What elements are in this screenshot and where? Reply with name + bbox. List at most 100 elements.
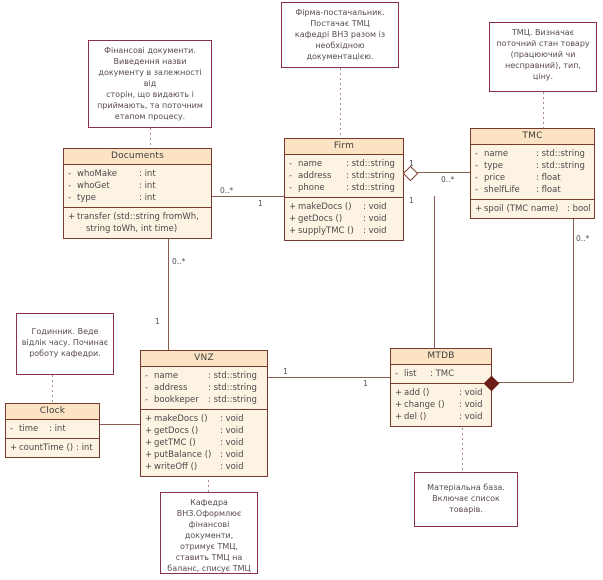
note-line: ставить ТМЦ на	[175, 553, 243, 562]
operation-row: + del () : void	[395, 411, 487, 423]
visibility-marker: +	[145, 426, 153, 436]
attribute-row: - phone: std::string	[289, 182, 399, 194]
attribute-type: : std::string	[536, 149, 585, 159]
attribute-type: : std::string	[208, 383, 257, 393]
attribute-row: - whoGet: int	[68, 180, 207, 192]
class-box-tmc[interactable]: TMC - name: std::string - type: std::strin…	[470, 128, 595, 219]
class-attributes-vnz: - name: std::string - address: std::string…	[141, 367, 267, 410]
multiplicity-firm-mtdb: 1	[409, 196, 414, 205]
note-line: товарів.	[449, 505, 483, 514]
note-line: (працюючий чи	[510, 50, 576, 59]
attribute-type: : std::string	[208, 395, 257, 405]
visibility-marker: +	[289, 226, 297, 236]
note-firm[interactable]: Фірма-постачальник. Постачає ТМЦ кафедрі…	[281, 2, 399, 68]
note-anchor-documents	[150, 128, 151, 148]
class-title-firm: Firm	[285, 139, 403, 155]
connector-documents-vnz	[168, 232, 169, 350]
operation-row: + change (): void	[395, 399, 487, 411]
operation-type: : void	[220, 438, 244, 448]
attribute-name: price	[484, 173, 506, 183]
operation-name: writeOff ()	[154, 462, 198, 472]
class-box-firm[interactable]: Firm - name: std::string - address: std::s…	[284, 138, 404, 241]
operation-row-continued: string toWh, int time)	[68, 223, 207, 235]
visibility-marker: -	[289, 159, 293, 169]
operation-name: countTime ()	[19, 443, 74, 453]
note-documents[interactable]: Фінансові документи. Виведення назви док…	[88, 40, 212, 128]
note-line: Постачає ТМЦ	[310, 19, 370, 28]
multiplicity-vnz-mtdb-left: 1	[283, 367, 288, 376]
attribute-row: - price: float	[475, 172, 590, 184]
operation-name: add ()	[404, 388, 430, 398]
attribute-row: - list: TMC	[395, 368, 487, 380]
class-operations-mtdb: + add () : void + change (): void + del () : …	[391, 384, 491, 426]
class-box-vnz[interactable]: VNZ - name: std::string - address: std::st…	[140, 350, 268, 477]
class-attributes-tmc: - name: std::string - type: std::string -p…	[471, 145, 594, 200]
operation-name: del ()	[404, 412, 427, 422]
visibility-marker: -	[68, 181, 72, 191]
uml-class-diagram-canvas: 0..* 1 1 0..* 1 0..* 0..* 1 1 1 Document…	[0, 0, 603, 580]
note-clock[interactable]: Годинник. Веде відлік часу. Починає робо…	[16, 313, 114, 375]
operation-type: : void	[459, 412, 483, 422]
connector-tmc-mtdb-horizontal	[492, 382, 573, 383]
attribute-row: - type: int	[68, 192, 207, 204]
class-attributes-clock: - time: int	[6, 420, 99, 439]
attribute-type: : float	[536, 185, 561, 195]
operation-type: : bool	[567, 204, 591, 214]
attribute-row: - address: std::string	[289, 170, 399, 182]
connector-firm-tmc	[414, 172, 470, 173]
operation-name: supplyTMC ()	[298, 226, 354, 236]
class-box-clock[interactable]: Clock - time: int + countTime (): int	[5, 403, 100, 458]
note-line: Матеріальна база.	[427, 483, 505, 492]
visibility-marker: +	[289, 214, 297, 224]
attribute-row: - address: std::string	[145, 382, 263, 394]
operation-row: + transfer (std::string fromWh,	[68, 211, 207, 223]
operation-row: + putBalance (): void	[145, 449, 263, 461]
visibility-marker: -	[145, 383, 149, 393]
visibility-marker: +	[68, 212, 76, 222]
connector-firm-mtdb-vertical	[434, 196, 435, 348]
visibility-marker: -	[475, 161, 479, 171]
class-operations-vnz: + makeDocs (): void + getDocs (): void + ge…	[141, 410, 267, 476]
attribute-row: - time: int	[10, 423, 95, 435]
visibility-marker: -	[145, 395, 149, 405]
note-line: Годинник. Веде	[31, 327, 99, 336]
note-line: роботу кафедри.	[29, 349, 101, 358]
visibility-marker: -	[475, 185, 479, 195]
operation-row: + getDocs (): void	[145, 425, 263, 437]
note-line: етапом процесу.	[114, 112, 186, 121]
multiplicity-firm-tmc-right: 0..*	[441, 175, 455, 184]
operation-type: : void	[220, 462, 244, 472]
visibility-marker: +	[395, 412, 403, 422]
note-vnz[interactable]: Кафедра ВНЗ.Оформлює фінансові документи…	[160, 492, 258, 574]
attribute-name: name	[154, 371, 179, 381]
visibility-marker: +	[475, 204, 483, 214]
operation-type: : void	[220, 414, 244, 424]
attribute-name: shelfLife	[484, 185, 520, 195]
visibility-marker: -	[289, 183, 293, 193]
class-box-documents[interactable]: Documents - whoMake: int - whoGet: int - ty…	[63, 148, 212, 239]
note-anchor-tmc	[543, 92, 544, 128]
note-clock-text: Годинник. Веде відлік часу. Починає робо…	[20, 318, 110, 359]
class-box-mtdb[interactable]: MTDB - list: TMC + add (): void + change ()…	[390, 348, 492, 427]
note-tmc-text: ТМЦ. Визначає поточний стан товару (прац…	[493, 27, 593, 82]
attribute-type: : std::string	[346, 183, 395, 193]
visibility-marker: -	[289, 171, 293, 181]
note-mtdb[interactable]: Матеріальна база. Включає список товарів…	[414, 472, 518, 527]
operation-name: getDocs ()	[154, 426, 199, 436]
attribute-name: name	[484, 149, 509, 159]
note-line: сторін, що видають і	[106, 90, 194, 99]
note-line: документацією.	[306, 52, 374, 61]
note-line: фінансові документи,	[184, 520, 234, 540]
note-line: необхідною	[315, 41, 365, 50]
class-title-vnz: VNZ	[141, 351, 267, 367]
visibility-marker: +	[145, 414, 153, 424]
note-tmc[interactable]: ТМЦ. Визначає поточний стан товару (прац…	[489, 22, 597, 92]
attribute-type: : int	[49, 424, 66, 434]
note-line: Виведення назви	[113, 57, 187, 66]
operation-name: makeDocs ()	[154, 414, 208, 424]
visibility-marker: -	[475, 173, 479, 183]
operation-name-continued: string toWh, int time)	[86, 224, 178, 234]
attribute-row: - whoMake: int	[68, 168, 207, 180]
note-line: несправний), тип,	[505, 61, 581, 70]
attribute-type: : std::string	[346, 159, 395, 169]
